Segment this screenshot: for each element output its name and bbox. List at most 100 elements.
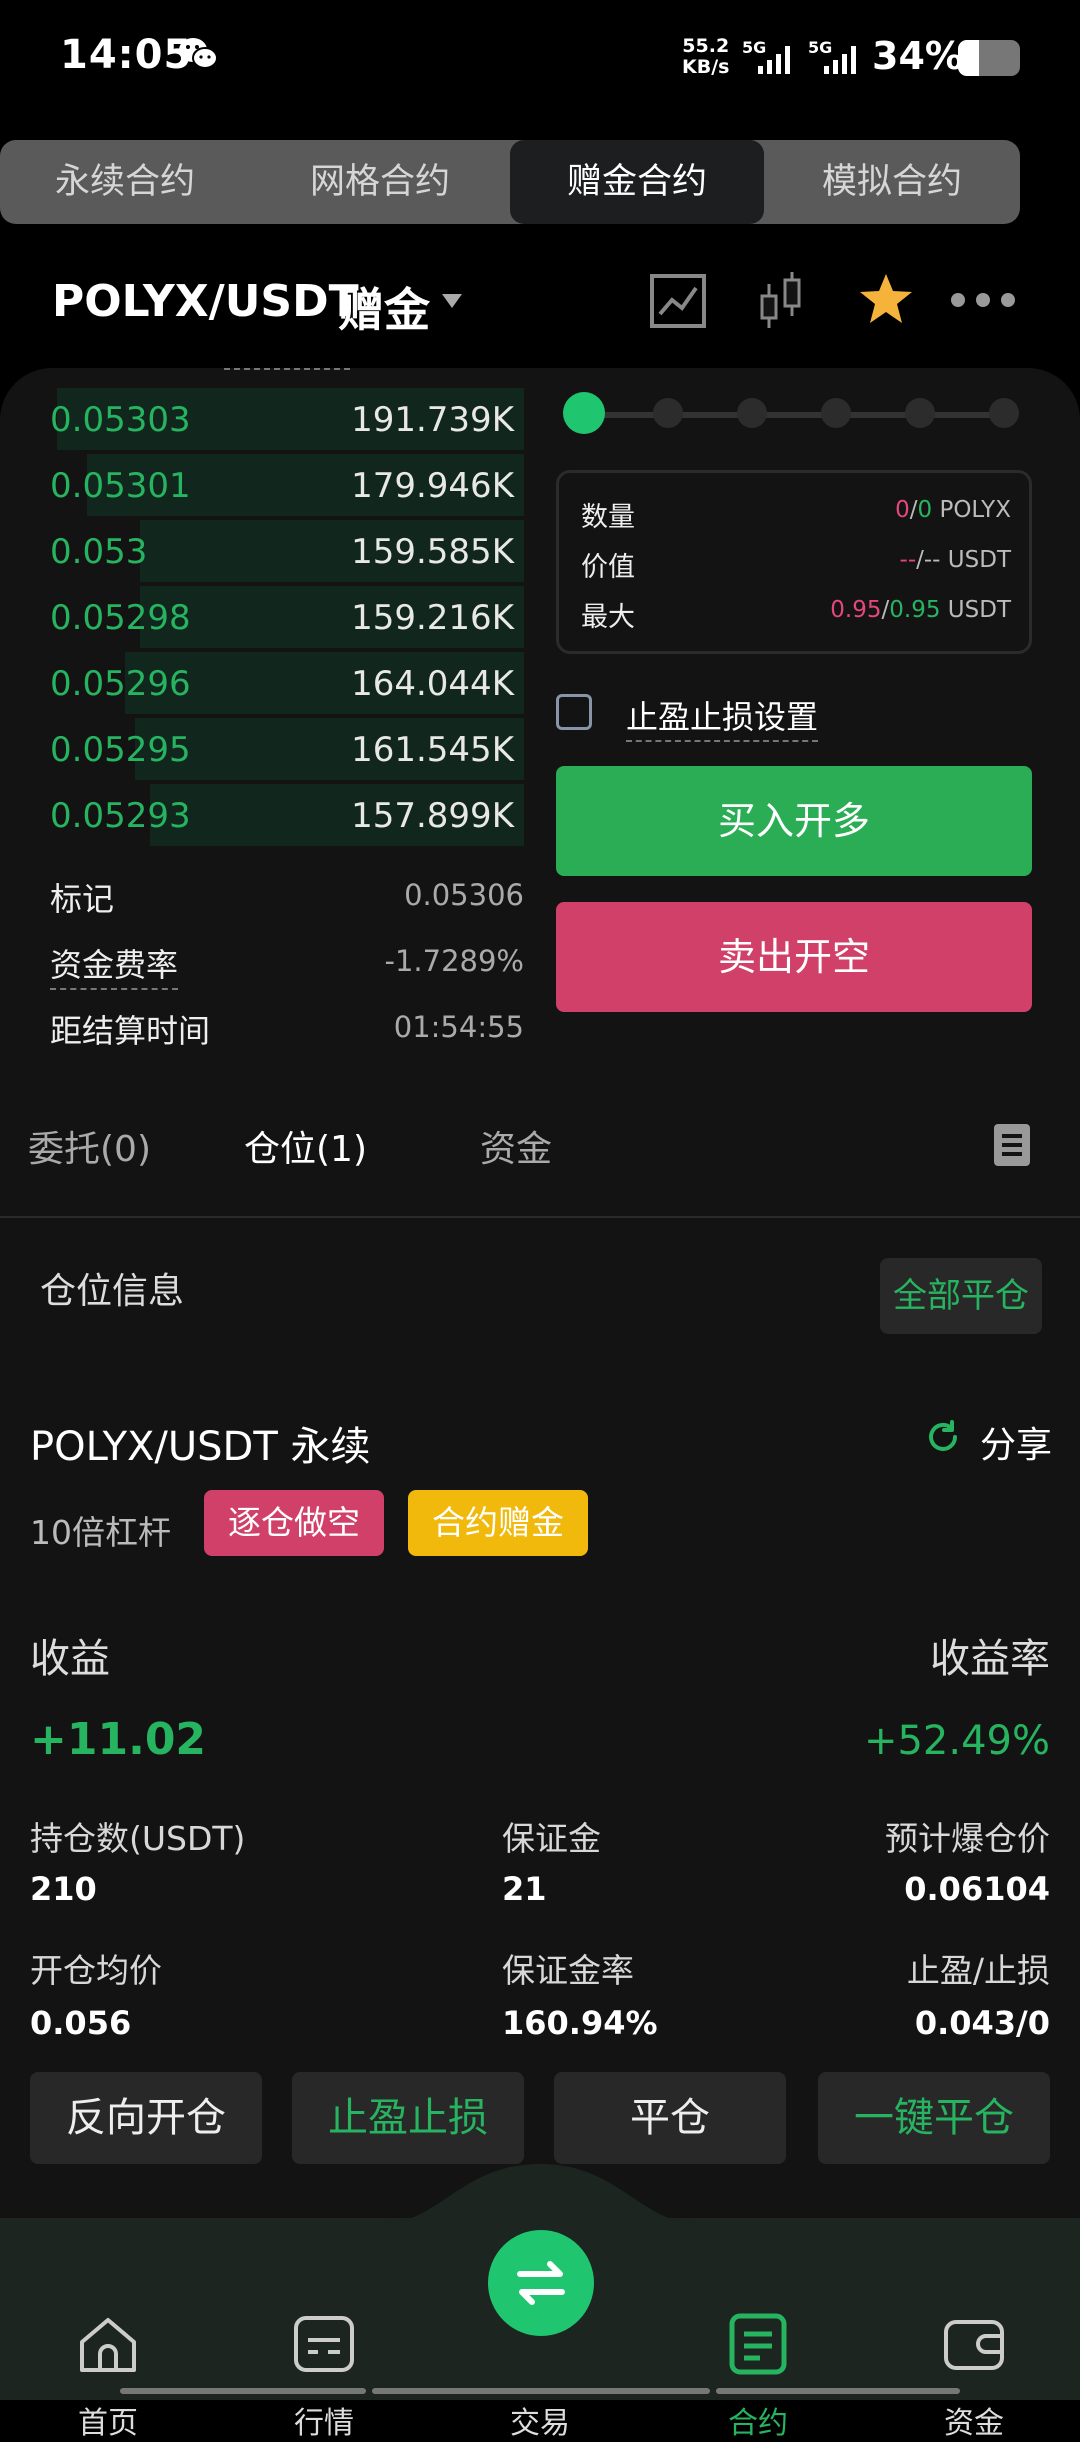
value-label: 价值 xyxy=(581,552,635,583)
position-size-label: 持仓数(USDT) xyxy=(30,1819,246,1858)
max-label: 最大 xyxy=(581,602,635,633)
leverage-slider-track[interactable] xyxy=(584,412,1004,418)
bid-price: 0.05303 xyxy=(50,400,191,440)
quantity-a: 0 xyxy=(895,497,910,523)
bid-quantity: 161.545K xyxy=(351,730,514,770)
order-info-box: 数量 0/0 POLYX 价值 --/-- USDT 最大 0.95/0.95 … xyxy=(556,470,1032,654)
order-book-row[interactable]: 0.05298 159.216K xyxy=(38,586,524,648)
network-speed: 55.2 KB/s xyxy=(682,36,729,78)
home-icon xyxy=(80,2318,136,2372)
max-b: 0.95 xyxy=(889,597,941,623)
wechat-icon xyxy=(179,38,218,69)
bid-price: 0.05295 xyxy=(50,730,191,770)
tpsl-button[interactable]: 止盈止损 xyxy=(292,2072,524,2164)
tpsl-settings-label[interactable]: 止盈止损设置 xyxy=(626,698,819,742)
bid-price: 0.05301 xyxy=(50,466,191,506)
separator: / xyxy=(909,497,918,523)
funding-rate-label[interactable]: 资金费率 xyxy=(50,946,179,990)
star-favorite-icon[interactable] xyxy=(858,272,914,326)
document-icon[interactable] xyxy=(994,1124,1030,1166)
settlement-time-value: 01:54:55 xyxy=(393,1010,524,1044)
battery-percent: 34% xyxy=(872,34,963,78)
value-unit: USDT xyxy=(947,547,1011,573)
max-value: 0.95/0.95 USDT xyxy=(830,597,1011,623)
order-book-row[interactable]: 0.05301 179.946K xyxy=(38,454,524,516)
tab-grid[interactable]: 网格合约 xyxy=(250,140,510,224)
mark-price-value: 0.05306 xyxy=(404,878,524,912)
tab-bonus[interactable]: 赠金合约 xyxy=(510,140,764,224)
bid-quantity: 159.216K xyxy=(351,598,514,638)
tab-demo[interactable]: 模拟合约 xyxy=(764,140,1020,224)
quantity-b: 0 xyxy=(917,497,933,523)
contract-icon xyxy=(729,2313,787,2375)
max-a: 0.95 xyxy=(830,597,882,623)
close-position-button[interactable]: 平仓 xyxy=(554,2072,786,2164)
liquidation-price-label: 预计爆仓价 xyxy=(885,1819,1050,1858)
wallet-icon xyxy=(944,2320,1004,2370)
order-book-row[interactable]: 0.05295 161.545K xyxy=(38,718,524,780)
battery-icon xyxy=(958,40,1020,76)
line-chart-icon[interactable] xyxy=(650,274,706,328)
position-size-value: 210 xyxy=(30,1870,97,1908)
separator: / xyxy=(916,547,924,573)
liquidation-price-value: 0.06104 xyxy=(904,1870,1050,1908)
funding-rate-value: -1.7289% xyxy=(384,944,525,978)
margin-rate-value: 160.94% xyxy=(502,2004,658,2042)
leverage-slider-stop[interactable] xyxy=(821,398,851,428)
max-row: 最大 0.95/0.95 USDT xyxy=(581,591,1011,633)
bid-quantity: 191.739K xyxy=(351,400,514,440)
swap-icon xyxy=(517,2261,565,2305)
entry-price-label: 开仓均价 xyxy=(30,1951,162,1990)
leverage-slider-stop[interactable] xyxy=(563,392,605,434)
roe-label: 收益率 xyxy=(930,1636,1050,1682)
value-row: 价值 --/-- USDT xyxy=(581,541,1011,583)
settlement-time-label: 距结算时间 xyxy=(50,1012,211,1050)
pair-tag[interactable]: 赠金 xyxy=(338,274,430,340)
tab-perpetual[interactable]: 永续合约 xyxy=(0,140,250,224)
nav-home-label: 首页 xyxy=(78,2406,138,2441)
nav-market-label: 行情 xyxy=(294,2406,354,2441)
tab-orders[interactable]: 委托(0) xyxy=(28,1120,151,1172)
bid-price: 0.05298 xyxy=(50,598,191,638)
bid-price: 0.05293 xyxy=(50,796,191,836)
order-book-row[interactable]: 0.05293 157.899K xyxy=(38,784,524,846)
chevron-down-icon[interactable] xyxy=(442,294,462,308)
position-symbol: POLYX/USDT 永续 xyxy=(30,1424,371,1470)
leverage-slider-stop[interactable] xyxy=(989,398,1019,428)
tpsl-checkbox[interactable] xyxy=(556,694,592,730)
quantity-row: 数量 0/0 POLYX xyxy=(581,491,1011,533)
order-book-row[interactable]: 0.053 159.585K xyxy=(38,520,524,582)
signal-icon xyxy=(758,46,790,74)
candlestick-icon[interactable] xyxy=(758,270,804,332)
close-all-button[interactable]: 全部平仓 xyxy=(880,1258,1042,1334)
tpsl-value: 0.043/0 xyxy=(914,2004,1050,2042)
quantity-value: 0/0 POLYX xyxy=(895,497,1011,523)
pair-header: POLYX/USDT 赠金 xyxy=(0,250,1080,360)
buy-long-button[interactable]: 买入开多 xyxy=(556,766,1032,876)
nav-wallet-label: 资金 xyxy=(944,2406,1004,2441)
refresh-share-icon[interactable] xyxy=(924,1418,962,1456)
network-speed-unit: KB/s xyxy=(682,56,730,78)
tab-assets[interactable]: 资金 xyxy=(480,1120,552,1172)
value-value: --/-- USDT xyxy=(900,547,1011,573)
reverse-open-button[interactable]: 反向开仓 xyxy=(30,2072,262,2164)
leverage-slider-stop[interactable] xyxy=(905,398,935,428)
sell-short-button[interactable]: 卖出开空 xyxy=(556,902,1032,1012)
order-book-row[interactable]: 0.05303 191.739K xyxy=(38,388,524,450)
bid-quantity: 159.585K xyxy=(351,532,514,572)
order-book-row[interactable]: 0.05296 164.044K xyxy=(38,652,524,714)
one-click-close-button[interactable]: 一键平仓 xyxy=(818,2072,1050,2164)
gesture-bar xyxy=(716,2388,960,2394)
pair-symbol[interactable]: POLYX/USDT xyxy=(52,276,359,327)
gesture-bar xyxy=(372,2388,710,2394)
bid-quantity: 179.946K xyxy=(351,466,514,506)
leverage-slider-stop[interactable] xyxy=(653,398,683,428)
depth-divider xyxy=(224,368,350,370)
bid-quantity: 157.899K xyxy=(351,796,514,836)
share-button[interactable]: 分享 xyxy=(980,1416,1052,1468)
tab-positions[interactable]: 仓位(1) xyxy=(244,1120,367,1172)
bottom-nav: 首页 行情 交易 合约 资金 xyxy=(0,2164,1080,2441)
more-options-icon[interactable] xyxy=(950,292,1016,308)
position-section-title: 仓位信息 xyxy=(40,1271,185,1312)
leverage-slider-stop[interactable] xyxy=(737,398,767,428)
